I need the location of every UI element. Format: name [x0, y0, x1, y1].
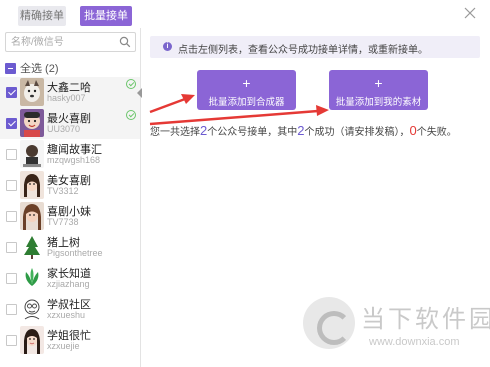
- account-checkbox[interactable]: [6, 149, 17, 160]
- search-input[interactable]: [6, 33, 114, 51]
- account-avatar: [20, 326, 44, 354]
- info-icon: i: [163, 42, 172, 51]
- account-id: xzxueshu: [47, 310, 86, 320]
- account-id: mzqwgsh168: [47, 155, 101, 165]
- plus-icon: +: [242, 75, 251, 91]
- account-avatar: [20, 78, 44, 106]
- select-all-label: 全选 (2): [20, 63, 59, 75]
- watermark: 当下软件园 www.downxia.com: [303, 293, 490, 363]
- plus-icon: +: [374, 75, 383, 91]
- result-summary: 您一共选择2个公众号接单，其中2个成功（请安排发稿），0个失败。: [150, 123, 457, 138]
- account-item[interactable]: 美女喜剧 TV3312: [0, 170, 140, 201]
- watermark-url: www.downxia.com: [369, 336, 460, 348]
- search-icon[interactable]: [119, 36, 131, 48]
- account-avatar: [20, 109, 44, 137]
- summary-text: 您一共选择: [150, 127, 200, 138]
- tab-precise-order[interactable]: 精确接单: [18, 6, 66, 26]
- account-item[interactable]: 学叔社区 xzxueshu: [0, 294, 140, 325]
- account-id: TV3312: [47, 186, 79, 196]
- watermark-title: 当下软件园: [361, 305, 490, 333]
- account-id: xzjiazhang: [47, 279, 90, 289]
- account-avatar: [20, 295, 44, 323]
- account-id: xzxuejie: [47, 341, 80, 351]
- batch-add-to-materials-button[interactable]: + 批量添加到我的素材: [329, 70, 428, 110]
- account-id: UU3070: [47, 124, 81, 134]
- info-bar: i 点击左侧列表，查看公众号成功接单详情，或重新接单。: [150, 36, 480, 58]
- fail-count: 0: [409, 123, 417, 138]
- account-checkbox[interactable]: [6, 180, 17, 191]
- info-text: 点击左侧列表，查看公众号成功接单详情，或重新接单。: [178, 45, 428, 56]
- account-item[interactable]: 大鑫二哈 hasky007: [0, 77, 140, 108]
- summary-text: 个成功（请安排发稿），: [304, 127, 410, 138]
- batch-add-to-composer-label: 批量添加到合成器: [208, 97, 285, 108]
- account-id: Pigsonthetree: [47, 248, 103, 258]
- account-item[interactable]: 最火喜剧 UU3070: [0, 108, 140, 139]
- sidebar-collapse-arrow-icon[interactable]: [137, 88, 142, 98]
- tab-batch-order[interactable]: 批量接单: [80, 6, 132, 26]
- account-item[interactable]: 家长知道 xzjiazhang: [0, 263, 140, 294]
- account-sidebar: 全选 (2) 大鑫二哈 hasky007 最火喜剧 UU307: [0, 28, 141, 367]
- annotation-arrow-head: [181, 94, 195, 104]
- account-checkbox[interactable]: [6, 87, 17, 98]
- account-avatar: [20, 140, 44, 168]
- summary-text: 个公众号接单，其中: [207, 127, 298, 138]
- summary-text: 个失败。: [416, 127, 457, 138]
- account-avatar: [20, 264, 44, 292]
- account-id: hasky007: [47, 93, 86, 103]
- select-all-row[interactable]: 全选 (2): [5, 61, 59, 75]
- account-checkbox[interactable]: [6, 335, 17, 346]
- account-avatar: [20, 233, 44, 261]
- success-check-icon: [126, 79, 136, 89]
- batch-add-to-composer-button[interactable]: + 批量添加到合成器: [197, 70, 296, 110]
- account-checkbox[interactable]: [6, 211, 17, 222]
- annotation-arrow-line: [149, 97, 186, 114]
- search-box: [5, 32, 136, 52]
- success-check-icon: [126, 110, 136, 120]
- account-checkbox[interactable]: [6, 273, 17, 284]
- account-item[interactable]: 学姐很忙 xzxuejie: [0, 325, 140, 356]
- account-item[interactable]: 猪上树 Pigsonthetree: [0, 232, 140, 263]
- account-avatar: [20, 202, 44, 230]
- account-checkbox[interactable]: [6, 242, 17, 253]
- select-all-checkbox[interactable]: [5, 62, 16, 74]
- account-item[interactable]: 趣闻故事汇 mzqwgsh168: [0, 139, 140, 170]
- batch-add-to-materials-label: 批量添加到我的素材: [335, 97, 422, 108]
- account-id: TV7738: [47, 217, 79, 227]
- watermark-logo-icon: [303, 297, 355, 349]
- account-checkbox[interactable]: [6, 304, 17, 315]
- account-avatar: [20, 171, 44, 199]
- account-checkbox[interactable]: [6, 118, 17, 129]
- account-item[interactable]: 喜剧小妹 TV7738: [0, 201, 140, 232]
- close-icon[interactable]: [462, 5, 478, 21]
- annotation-arrow-head: [316, 105, 329, 116]
